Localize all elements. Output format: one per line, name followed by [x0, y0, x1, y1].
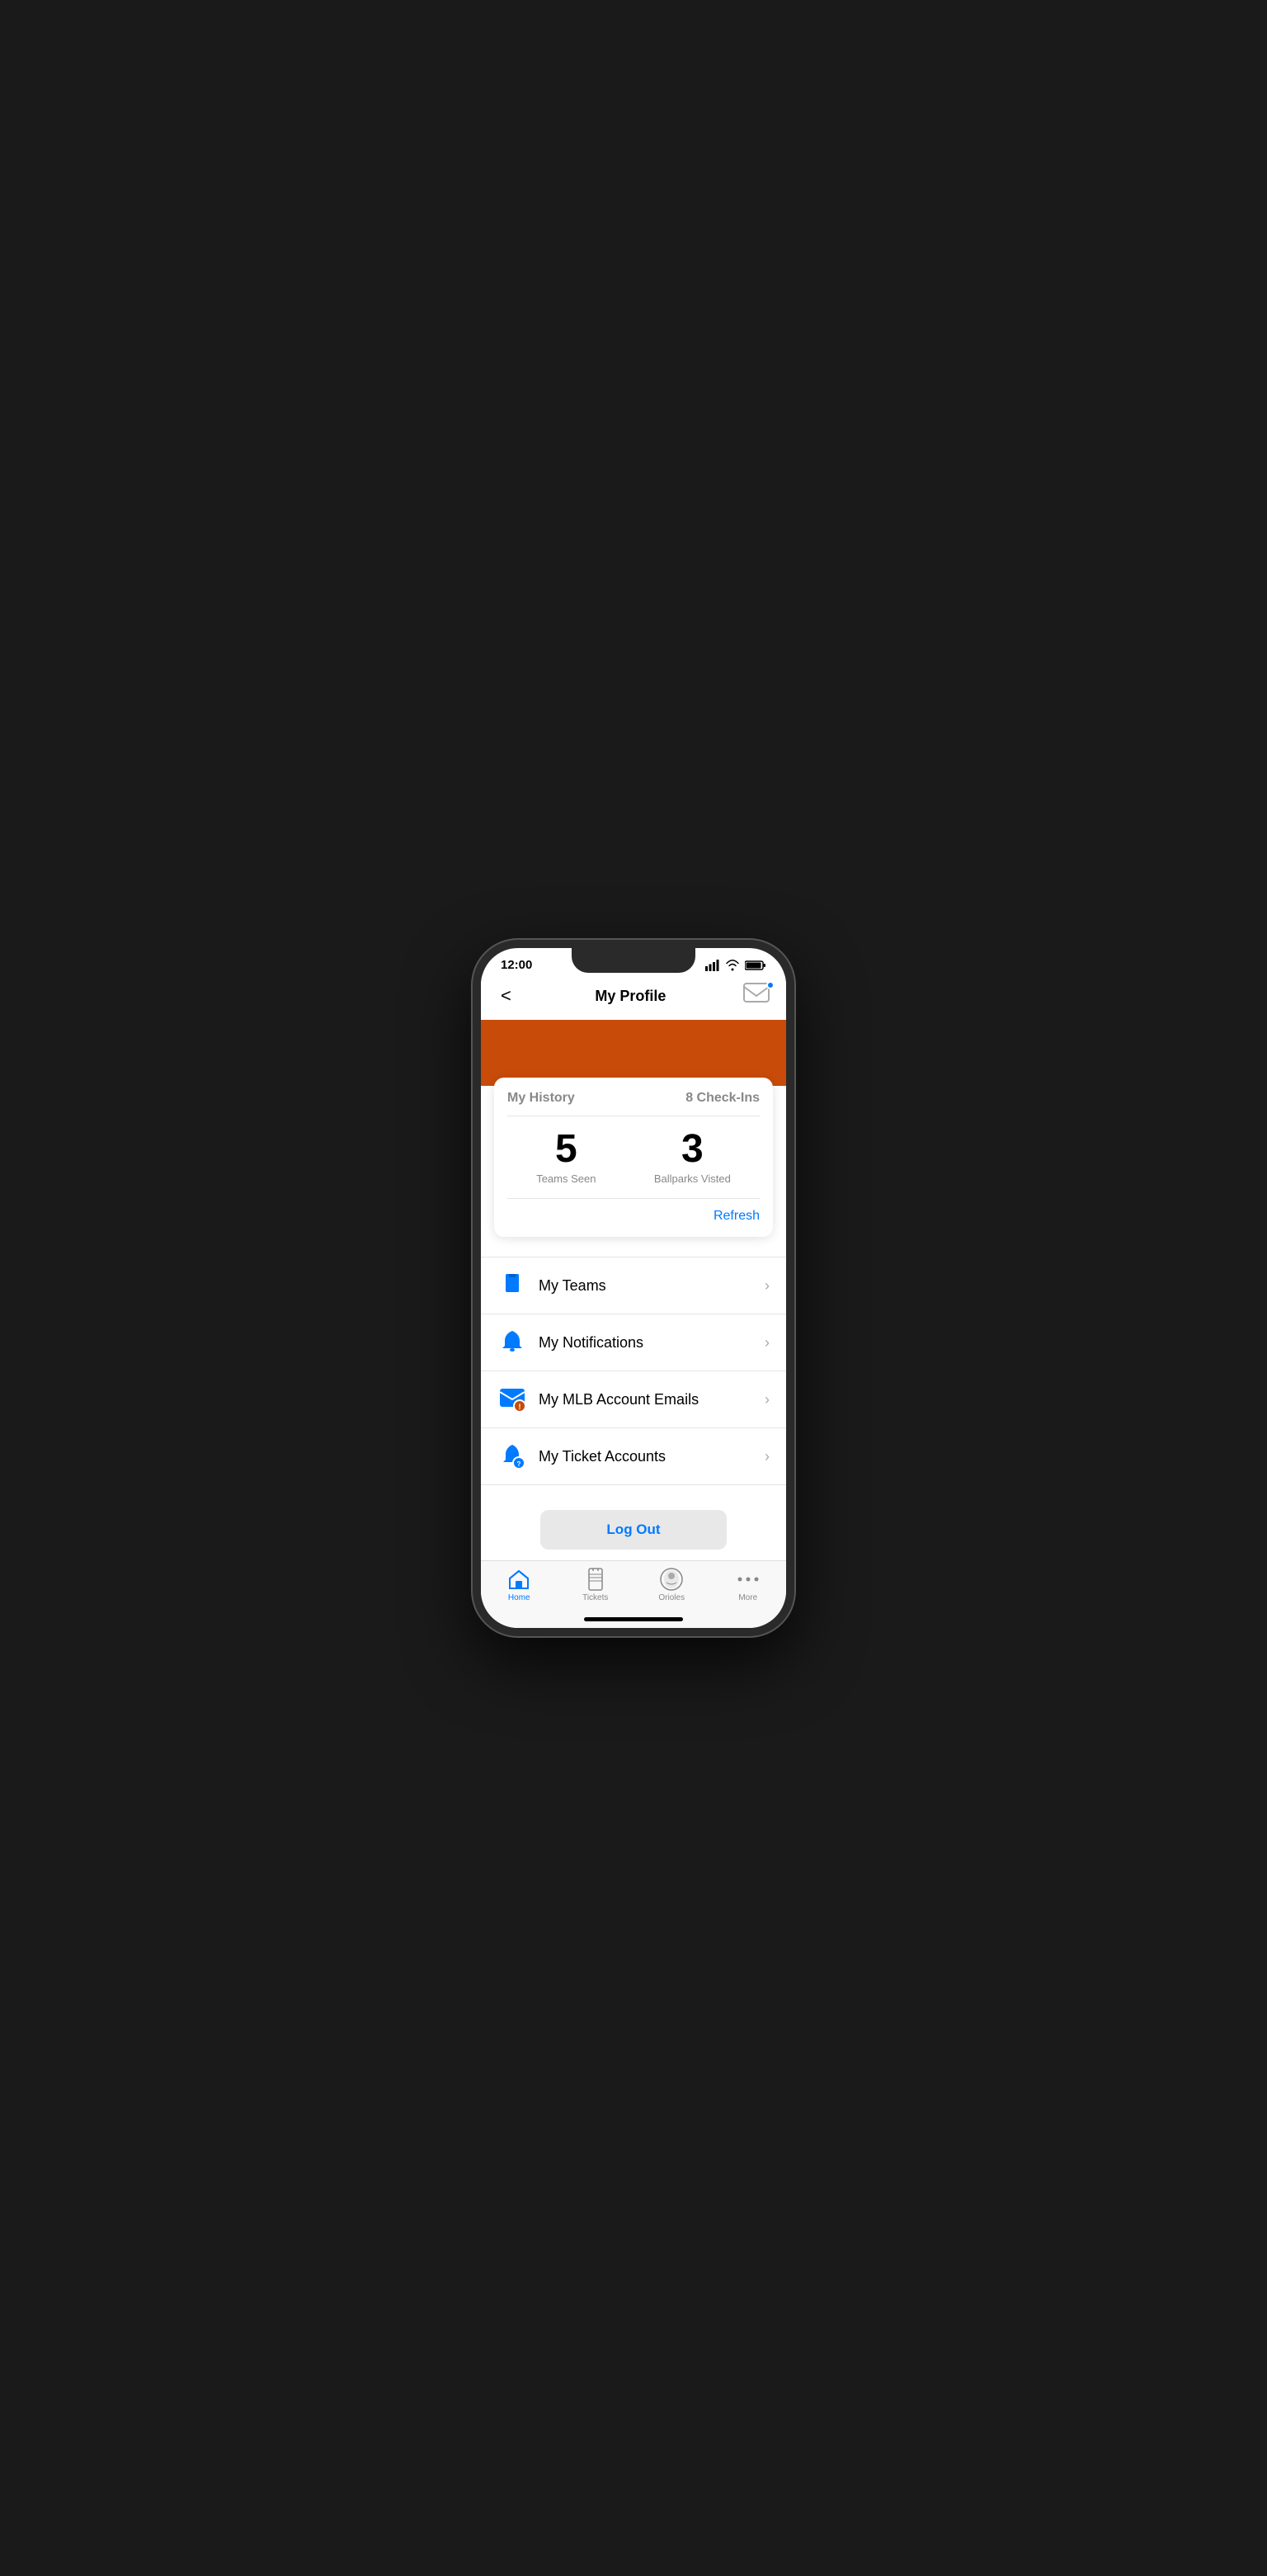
menu-item-my-ticket-accounts[interactable]: ? My Ticket Accounts ›	[481, 1428, 786, 1485]
my-notifications-chevron: ›	[765, 1334, 770, 1352]
tab-more[interactable]: More	[710, 1568, 787, 1602]
my-mlb-emails-chevron: ›	[765, 1391, 770, 1408]
teams-seen-stat: 5 Teams Seen	[536, 1130, 596, 1185]
phone-frame: 12:00	[473, 940, 794, 1636]
my-ticket-accounts-label: My Ticket Accounts	[539, 1448, 765, 1465]
mail-button[interactable]	[743, 983, 773, 1009]
my-notifications-label: My Notifications	[539, 1334, 765, 1352]
tickets-tab-label: Tickets	[582, 1593, 608, 1602]
more-icon	[737, 1568, 760, 1591]
history-title: My History	[507, 1091, 575, 1106]
more-tab-label: More	[738, 1593, 757, 1602]
teams-icon	[497, 1271, 527, 1300]
home-icon	[507, 1568, 530, 1591]
status-icons	[705, 960, 766, 971]
page-title: My Profile	[595, 988, 666, 1005]
logout-button[interactable]: Log Out	[540, 1510, 726, 1550]
nav-header: < My Profile	[481, 975, 786, 1020]
svg-text:!: !	[519, 1403, 521, 1411]
my-mlb-emails-label: My MLB Account Emails	[539, 1391, 765, 1408]
ballparks-label: Ballparks Visted	[654, 1172, 731, 1185]
tab-home[interactable]: Home	[481, 1568, 558, 1602]
menu-item-my-teams[interactable]: My Teams ›	[481, 1257, 786, 1314]
menu-list: My Teams › My Notifications ›	[481, 1257, 786, 1485]
orioles-icon	[660, 1568, 683, 1591]
signal-icon	[705, 960, 720, 971]
orioles-tab-label: Orioles	[658, 1593, 685, 1602]
notch	[572, 948, 695, 973]
ticket-accounts-icon: ?	[497, 1441, 527, 1471]
teams-seen-count: 5	[536, 1130, 596, 1169]
menu-item-my-mlb-emails[interactable]: ! My MLB Account Emails ›	[481, 1371, 786, 1428]
tickets-icon	[584, 1568, 607, 1591]
back-button[interactable]: <	[494, 982, 518, 1010]
ballparks-stat: 3 Ballparks Visted	[654, 1130, 731, 1185]
notifications-icon	[497, 1328, 527, 1357]
scroll-content[interactable]: 12:00	[481, 948, 786, 1560]
home-indicator	[584, 1617, 683, 1621]
logout-container: Log Out	[481, 1485, 786, 1560]
wifi-icon	[725, 960, 740, 971]
checkins-count: 8 Check-Ins	[685, 1091, 760, 1106]
home-tab-label: Home	[508, 1593, 530, 1602]
orange-banner	[481, 1020, 786, 1086]
history-card: My History 8 Check-Ins 5 Teams Seen 3 Ba…	[494, 1078, 773, 1237]
my-ticket-accounts-chevron: ›	[765, 1448, 770, 1465]
battery-icon	[745, 960, 766, 971]
refresh-button[interactable]: Refresh	[507, 1209, 760, 1224]
menu-item-my-notifications[interactable]: My Notifications ›	[481, 1314, 786, 1371]
status-time: 12:00	[501, 958, 532, 972]
mail-notification-badge	[766, 981, 775, 989]
stats-divider	[507, 1198, 760, 1199]
mlb-emails-icon: !	[497, 1385, 527, 1414]
ballparks-count: 3	[654, 1130, 731, 1169]
my-teams-chevron: ›	[765, 1277, 770, 1295]
svg-text:?: ?	[517, 1460, 521, 1468]
tab-tickets[interactable]: Tickets	[558, 1568, 634, 1602]
my-teams-label: My Teams	[539, 1277, 765, 1295]
history-header: My History 8 Check-Ins	[507, 1091, 760, 1106]
tab-orioles[interactable]: Orioles	[634, 1568, 710, 1602]
stats-row: 5 Teams Seen 3 Ballparks Visted	[507, 1130, 760, 1185]
teams-seen-label: Teams Seen	[536, 1172, 596, 1185]
